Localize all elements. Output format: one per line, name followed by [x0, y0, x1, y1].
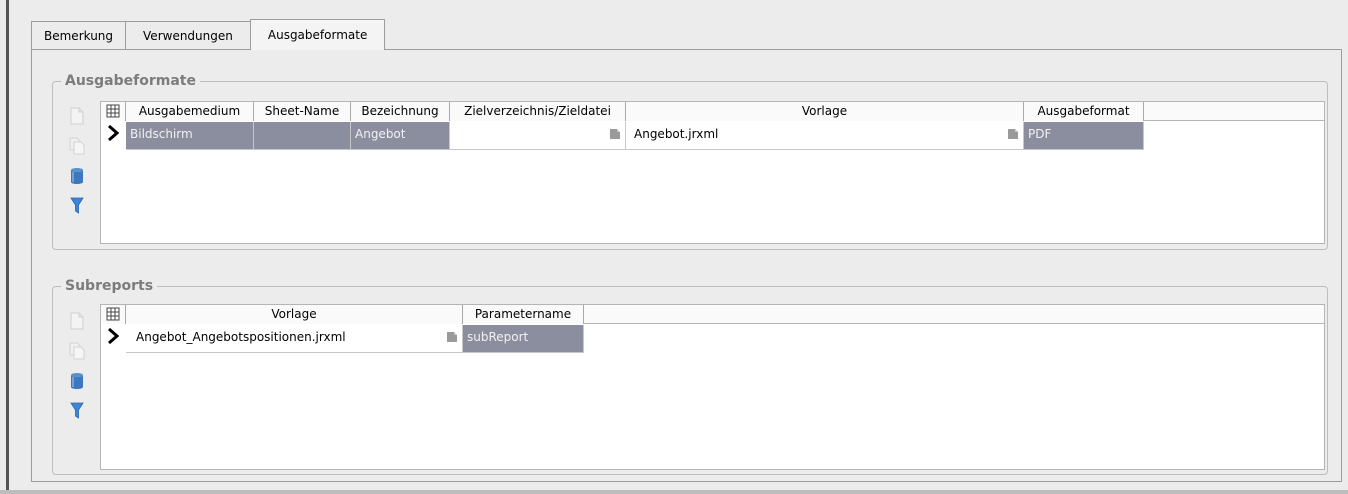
tab-verwendungen[interactable]: Verwendungen [125, 21, 251, 50]
cell-parametername[interactable]: subReport [463, 325, 584, 353]
column-header-parametername[interactable]: Parametername [463, 305, 584, 324]
copy-record-button[interactable] [67, 341, 87, 361]
column-header-bezeichnung[interactable]: Bezeichnung [351, 102, 450, 121]
delete-record-button[interactable] [67, 371, 87, 391]
filter-icon [70, 402, 84, 419]
column-header-sheet-name[interactable]: Sheet-Name [254, 102, 351, 121]
copy-record-icon [69, 342, 85, 360]
window-bottom-edge [0, 490, 1348, 494]
delete-record-icon [71, 373, 83, 389]
new-record-icon [70, 312, 84, 330]
tab-content-panel: Ausgabeformate Ausgabemedium Sheet-Name [31, 49, 1342, 482]
filter-button[interactable] [67, 196, 87, 216]
column-header-vorlage[interactable]: Vorlage [126, 305, 463, 324]
file-picker-icon[interactable] [1007, 128, 1019, 140]
tab-bar: Bemerkung Verwendungen Ausgabeformate [31, 19, 386, 50]
column-header-ausgabeformat[interactable]: Ausgabeformat [1024, 102, 1144, 121]
cell-sheet-name[interactable] [254, 122, 351, 150]
copy-record-icon [69, 137, 85, 155]
filter-icon [70, 197, 84, 214]
new-record-button[interactable] [67, 311, 87, 331]
cell-ausgabemedium[interactable]: Bildschirm [126, 122, 254, 150]
subreports-grid[interactable]: Vorlage Parametername Angebot_Angebotspo… [100, 304, 1325, 470]
column-chooser[interactable] [101, 102, 126, 121]
grid-header: Vorlage Parametername [101, 305, 1324, 324]
column-chooser[interactable] [101, 305, 126, 324]
group-ausgabeformate: Ausgabeformate Ausgabemedium Sheet-Name [52, 72, 1328, 250]
copy-record-button[interactable] [67, 136, 87, 156]
delete-record-button[interactable] [67, 166, 87, 186]
window-left-edge [6, 0, 9, 494]
file-picker-icon[interactable] [446, 331, 458, 343]
cell-vorlage[interactable]: Angebot.jrxml [626, 122, 1024, 150]
column-header-ausgabemedium[interactable]: Ausgabemedium [126, 102, 254, 121]
column-chooser-icon [106, 104, 120, 118]
ausgabeformate-grid[interactable]: Ausgabemedium Sheet-Name Bezeichnung Zie… [100, 101, 1325, 244]
ausgabeformate-toolbar [57, 102, 97, 222]
delete-record-icon [71, 168, 83, 184]
current-row-indicator [101, 122, 125, 144]
group-title-ausgabeformate: Ausgabeformate [61, 72, 200, 90]
subreports-toolbar [57, 307, 97, 427]
cell-vorlage-value: Angebot.jrxml [634, 127, 719, 141]
file-picker-icon[interactable] [609, 128, 621, 140]
new-record-icon [70, 107, 84, 125]
column-chooser-icon [106, 307, 120, 321]
current-row-indicator [101, 325, 125, 347]
column-header-zielverzeichnis[interactable]: Zielverzeichnis/Zieldatei [450, 102, 626, 121]
tab-ausgabeformate[interactable]: Ausgabeformate [249, 19, 386, 50]
cell-vorlage-value: Angebot_Angebotspositionen.jrxml [136, 330, 346, 344]
cell-bezeichnung[interactable]: Angebot [351, 122, 450, 150]
cell-ausgabeformat[interactable]: PDF [1024, 122, 1144, 150]
new-record-button[interactable] [67, 106, 87, 126]
filter-button[interactable] [67, 401, 87, 421]
row-pointer-icon [108, 125, 119, 141]
column-header-vorlage[interactable]: Vorlage [626, 102, 1024, 121]
grid-header: Ausgabemedium Sheet-Name Bezeichnung Zie… [101, 102, 1324, 121]
group-subreports: Subreports Vorlage Parametername Angebot… [52, 277, 1328, 475]
group-title-subreports: Subreports [61, 277, 158, 295]
cell-zielverzeichnis[interactable] [450, 122, 626, 150]
row-pointer-icon [108, 328, 119, 344]
cell-vorlage[interactable]: Angebot_Angebotspositionen.jrxml [126, 325, 463, 353]
tab-bemerkung[interactable]: Bemerkung [31, 21, 127, 50]
